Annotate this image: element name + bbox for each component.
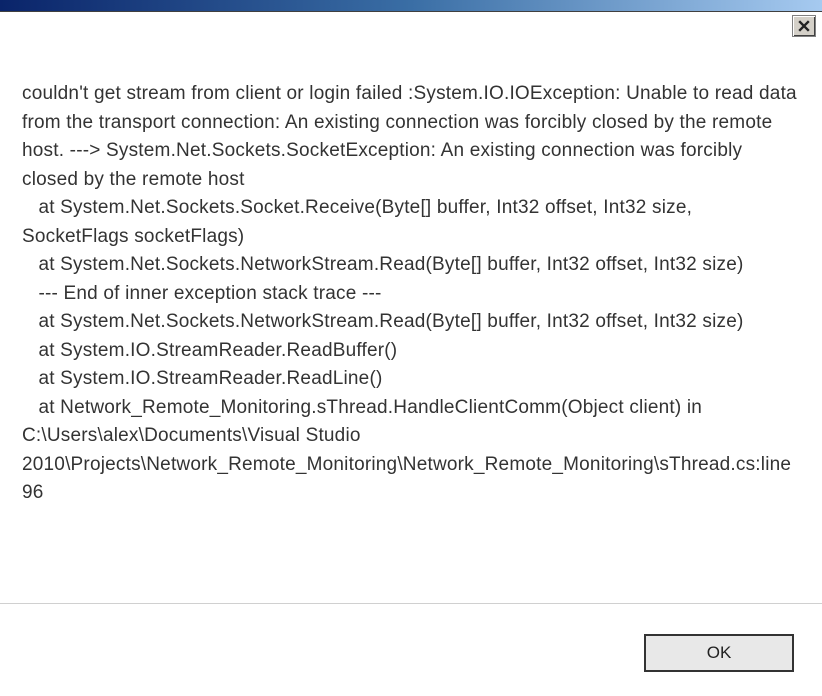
button-area: OK <box>644 634 794 672</box>
close-button[interactable] <box>792 15 816 37</box>
titlebar-controls <box>792 12 820 40</box>
titlebar <box>0 0 822 12</box>
close-icon <box>798 20 810 32</box>
separator <box>0 603 822 604</box>
error-message-text: couldn't get stream from client or login… <box>22 80 800 508</box>
ok-button[interactable]: OK <box>644 634 794 672</box>
